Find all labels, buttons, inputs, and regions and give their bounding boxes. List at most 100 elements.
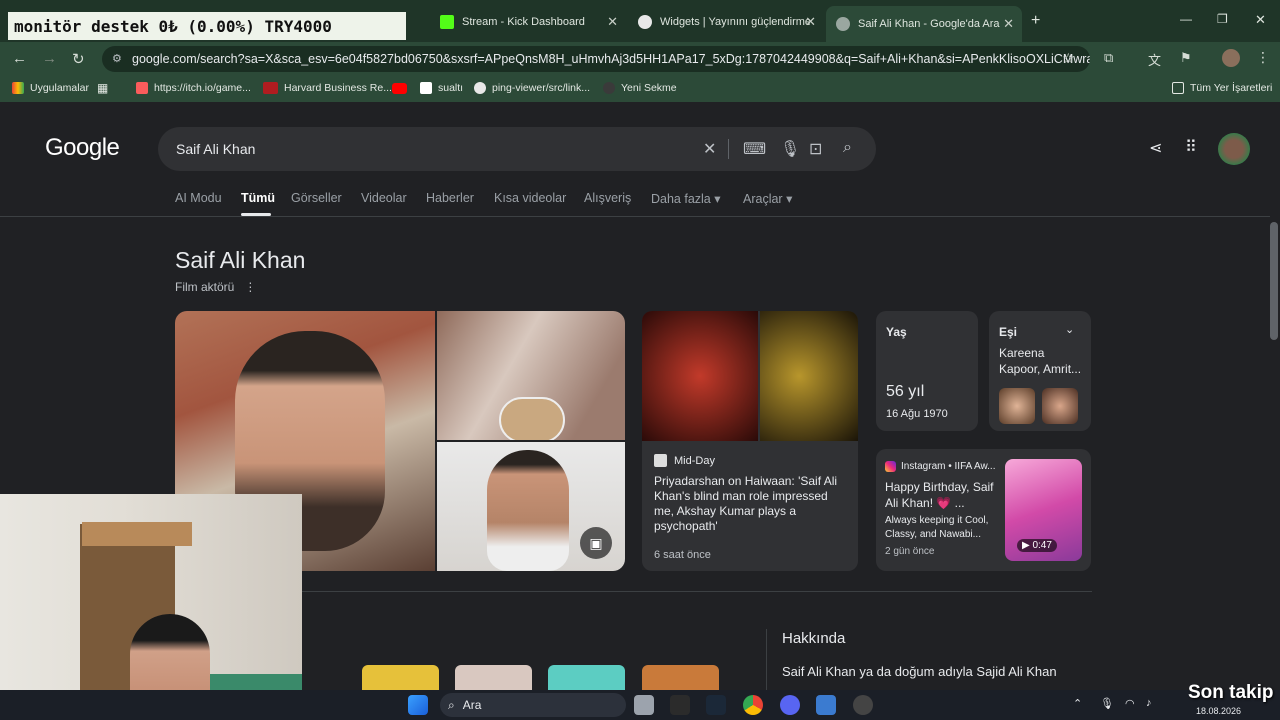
bookmark-label: ping-viewer/src/link... [492, 82, 591, 94]
tab-label: Saif Ali Khan - Google'da Ara [858, 18, 1000, 30]
insta-title: Happy Birthday, Saif Ali Khan! 💗 ... [885, 480, 994, 510]
file-explorer-icon[interactable] [634, 695, 654, 715]
age-card[interactable]: Yaş 56 yıl 16 Ağu 1970 [876, 311, 978, 431]
movie-thumb-3[interactable] [548, 665, 625, 690]
tab-all[interactable]: Tümü [241, 191, 275, 205]
grid-icon[interactable]: ▦ [97, 81, 108, 95]
chrome-icon[interactable] [743, 695, 763, 715]
bookmark-star-icon[interactable]: ☆ [1062, 50, 1075, 67]
couple-photo[interactable] [437, 311, 625, 440]
tab-kick-dashboard[interactable]: Stream - Kick Dashboard ✕ [430, 7, 626, 37]
instagram-card[interactable]: Instagram • IIFA Aw... Happy Birthday, S… [876, 449, 1091, 571]
forward-icon[interactable]: → [42, 50, 57, 67]
more-options-icon[interactable]: ⋮ [244, 280, 256, 294]
profile-avatar[interactable] [1222, 49, 1240, 67]
address-bar[interactable]: ⚙ google.com/search?sa=X&sca_esv=6e04f58… [102, 46, 1090, 72]
lens-icon[interactable]: ⊡ [809, 139, 822, 159]
bookmark-hbr[interactable]: Harvard Business Re... [263, 82, 392, 94]
tab-more[interactable]: Daha fazla ▾ [651, 191, 721, 206]
new-tab-icon[interactable]: + [1031, 12, 1040, 30]
news-time: 6 saat önce [654, 549, 711, 561]
tab-images[interactable]: Görseller [291, 191, 342, 205]
bookmark-label: Uygulamalar [30, 82, 89, 94]
image-icon[interactable]: ▣ [580, 527, 612, 559]
news-headline[interactable]: Priyadarshan on Haiwaan: 'Saif Ali Khan'… [654, 474, 850, 534]
google-logo[interactable]: Google [45, 134, 120, 162]
volume-icon[interactable]: ♪ [1146, 697, 1152, 709]
spouse-photo-2[interactable] [1042, 388, 1078, 424]
app-icon[interactable] [816, 695, 836, 715]
clear-icon[interactable]: ✕ [703, 139, 716, 159]
itch-icon [136, 82, 148, 94]
tab-label: Stream - Kick Dashboard [462, 16, 585, 28]
close-window-icon[interactable]: ✕ [1255, 12, 1266, 28]
widgets-icon [638, 15, 652, 29]
epic-games-icon[interactable] [670, 695, 690, 715]
tab-news[interactable]: Haberler [426, 191, 474, 205]
tray-chevron-icon[interactable]: ⌃ [1073, 697, 1082, 710]
bookmark-sualti[interactable]: sualtı [420, 82, 463, 94]
smiling-photo[interactable]: ▣ [437, 442, 625, 571]
newtab-icon [603, 82, 615, 94]
microphone-icon[interactable]: 🎙 [780, 139, 800, 159]
movie-thumb-1[interactable] [362, 665, 439, 690]
search-icon: ⌕ [448, 697, 455, 712]
tab-tools[interactable]: Araçlar ▾ [743, 191, 792, 206]
url-text: google.com/search?sa=X&sca_esv=6e04f5827… [132, 52, 1090, 66]
all-bookmarks[interactable]: Tüm Yer İşaretleri [1172, 82, 1272, 94]
github-icon [474, 82, 486, 94]
maximize-icon[interactable]: ❐ [1217, 12, 1228, 26]
inset-photo [499, 397, 565, 440]
webcam-overlay [0, 494, 302, 720]
movie-thumb-4[interactable] [642, 665, 719, 690]
back-icon[interactable]: ← [12, 50, 27, 67]
tab-shopping[interactable]: Alışveriş [584, 191, 631, 205]
news-card[interactable]: Mid-Day Priyadarshan on Haiwaan: 'Saif A… [642, 311, 858, 571]
share-icon[interactable]: ⋖ [1149, 138, 1162, 158]
obs-icon[interactable] [853, 695, 873, 715]
discord-icon[interactable] [780, 695, 800, 715]
close-icon[interactable]: ✕ [1003, 16, 1014, 32]
bookmark-apps[interactable]: Uygulamalar [12, 82, 89, 94]
movie-thumb-2[interactable] [455, 665, 532, 690]
reload-icon[interactable]: ↻ [72, 50, 85, 68]
insta-video-thumb[interactable]: ▶ 0:47 [1005, 459, 1082, 561]
chevron-down-icon[interactable]: ⌄ [1065, 323, 1074, 336]
close-icon[interactable]: ✕ [607, 14, 618, 30]
tab-ai-mode[interactable]: AI Modu [175, 191, 222, 205]
account-avatar[interactable] [1218, 133, 1250, 165]
insta-source-label: Instagram • IIFA Aw... [901, 461, 996, 472]
extension-icon[interactable]: ⚑ [1180, 50, 1192, 66]
scrollbar[interactable] [1270, 222, 1278, 340]
menu-icon[interactable]: ⋮ [1256, 49, 1270, 66]
search-box[interactable]: Saif Ali Khan ✕ ⌨ 🎙 ⊡ ⌕ [158, 127, 876, 171]
translate-icon[interactable]: 文 [1148, 50, 1161, 69]
search-input[interactable]: Saif Ali Khan [176, 141, 255, 157]
close-icon[interactable]: ✕ [805, 14, 816, 30]
bookmark-itch[interactable]: https://itch.io/game... [136, 82, 251, 94]
youtube-icon[interactable] [392, 83, 407, 94]
steam-icon[interactable] [706, 695, 726, 715]
site-info-icon[interactable]: ⚙ [112, 52, 122, 65]
stream-overlay-text: Son takip [1188, 682, 1274, 703]
bookmark-ping-viewer[interactable]: ping-viewer/src/link... [474, 82, 590, 94]
tab-short-videos[interactable]: Kısa videolar [494, 191, 566, 205]
tab-videos[interactable]: Videolar [361, 191, 407, 205]
windows-start-icon[interactable] [408, 695, 428, 715]
mic-icon[interactable]: 🎙 [1100, 697, 1114, 710]
search-icon[interactable]: ⌕ [843, 139, 852, 157]
bookmark-new-tab[interactable]: Yeni Sekme [603, 82, 677, 94]
divider [0, 216, 1270, 217]
minimize-icon[interactable]: — [1180, 12, 1192, 26]
keyboard-icon[interactable]: ⌨ [743, 139, 766, 159]
spouse-photo-1[interactable] [999, 388, 1035, 424]
clock-date[interactable]: 18.08.2026 [1196, 706, 1241, 716]
wifi-icon[interactable]: ◠ [1125, 697, 1135, 710]
tab-widgets[interactable]: Widgets | Yayınını güçlendirmek ✕ [628, 7, 824, 37]
apps-icon [12, 82, 24, 94]
spouse-card[interactable]: Eşi ⌄ Kareena Kapoor, Amrit... [989, 311, 1091, 431]
apps-grid-icon[interactable]: ⠿ [1185, 137, 1197, 157]
extensions-icon[interactable]: ⧉ [1104, 50, 1113, 66]
tab-google-search[interactable]: Saif Ali Khan - Google'da Ara ✕ [826, 6, 1022, 42]
taskbar-search[interactable]: ⌕ Ara [440, 693, 626, 717]
